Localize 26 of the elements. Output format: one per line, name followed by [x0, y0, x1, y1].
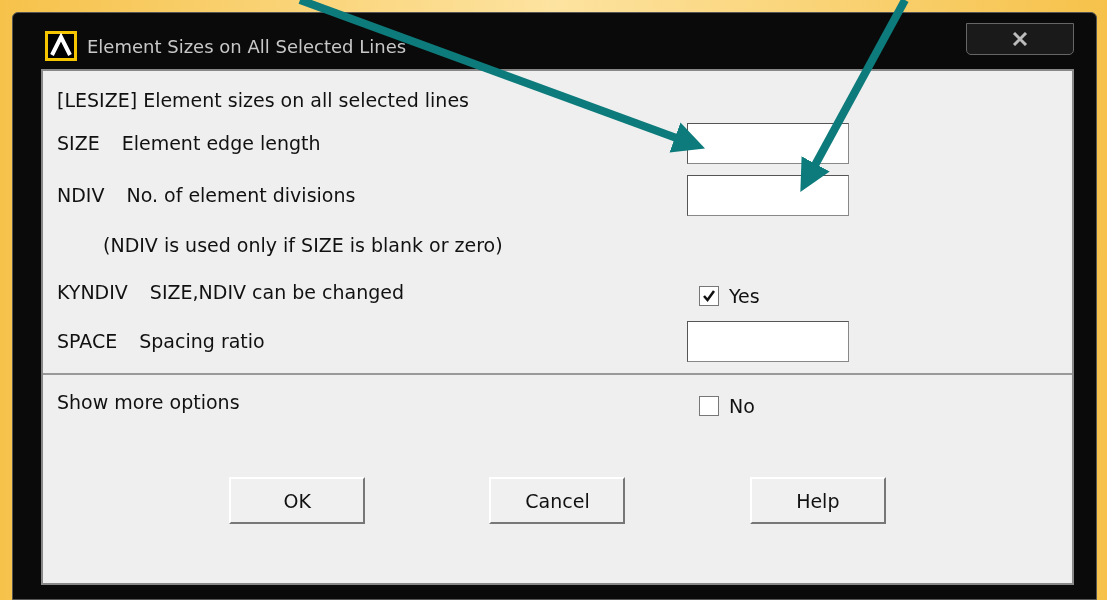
dialog-button[interactable]: Help: [749, 477, 886, 524]
dialog-button[interactable]: OK: [229, 477, 366, 524]
parameter-label: No. of element divisions: [126, 184, 356, 206]
input-field[interactable]: [687, 174, 849, 216]
parameter-code: SIZE: [57, 132, 100, 154]
note-text: (NDIV is used only if SIZE is blank or zero): [102, 234, 503, 256]
dialog-button[interactable]: Cancel: [489, 477, 626, 524]
logo-icon: [45, 31, 77, 61]
checkbox-label: Yes: [729, 285, 760, 307]
checkbox[interactable]: [699, 396, 719, 416]
parameter-label: Element edge length: [121, 132, 321, 154]
check-icon: [702, 289, 716, 303]
window-title: Element Sizes on All Selected Lines: [87, 35, 408, 57]
parameter-label: Spacing ratio: [139, 330, 265, 352]
parameter-code: NDIV: [57, 184, 105, 206]
checkbox-label: No: [729, 395, 755, 417]
command-description: [LESIZE] Element sizes on all selected lines: [57, 89, 469, 111]
close-icon: [1012, 32, 1028, 46]
input-field[interactable]: [687, 122, 849, 164]
parameter-code: SPACE: [57, 330, 118, 352]
input-field[interactable]: [687, 320, 849, 362]
parameter-label: SIZE,NDIV can be changed: [149, 281, 404, 303]
parameter-code: KYNDIV: [57, 281, 128, 303]
option-label: Show more options: [57, 391, 240, 413]
checkbox[interactable]: [699, 286, 719, 306]
close-button[interactable]: [966, 23, 1074, 55]
